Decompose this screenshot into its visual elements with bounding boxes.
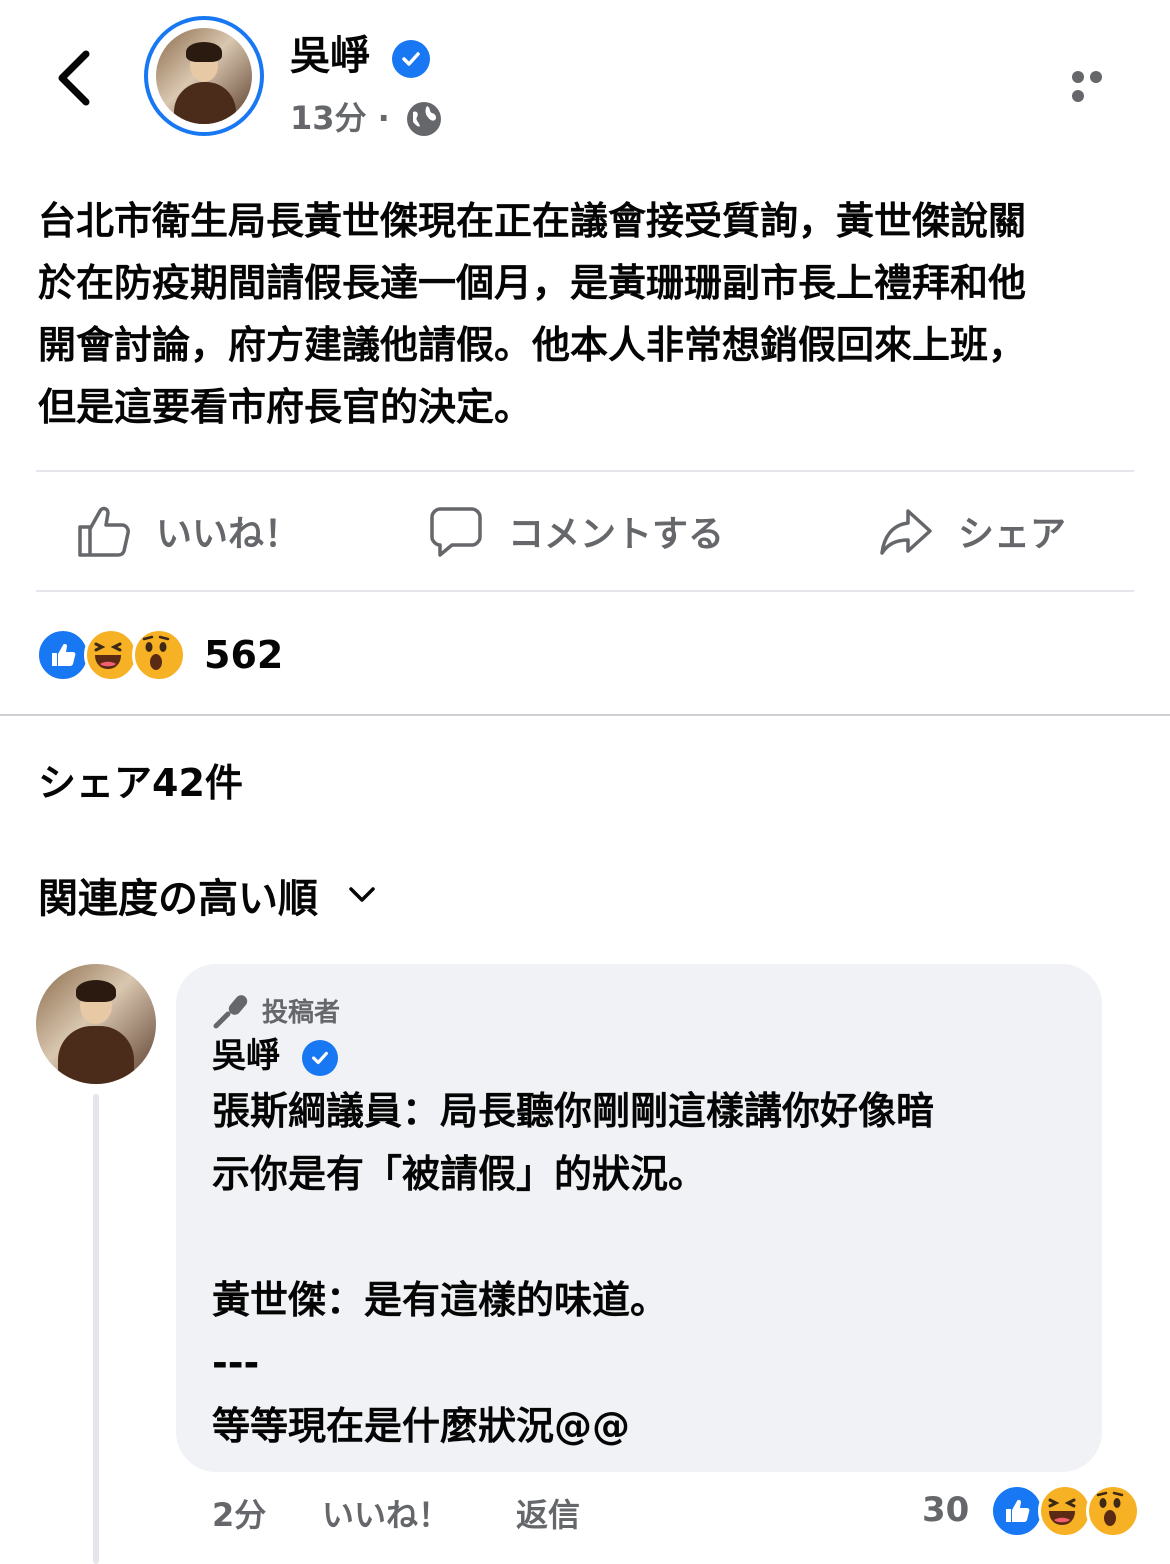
back-button[interactable] <box>52 50 96 106</box>
comment-like-button[interactable]: いいね！ <box>322 1490 450 1536</box>
more-options-button[interactable] <box>1072 68 1124 102</box>
comment-reply-button[interactable]: 返信 <box>516 1490 580 1536</box>
like-reaction-icon <box>36 628 90 682</box>
comment-label: コメントする <box>508 514 725 555</box>
author-badge: 投稿者 <box>212 990 340 1030</box>
verified-badge-icon <box>392 40 430 78</box>
thumbs-up-icon <box>78 506 130 557</box>
sort-label: 関連度の高い順 <box>38 876 318 922</box>
post-timestamp[interactable]: 13分 · <box>290 96 390 140</box>
verified-badge-icon <box>302 1040 338 1076</box>
wow-reaction-icon <box>132 628 186 682</box>
comment-sort-dropdown[interactable]: 関連度の高い順 <box>38 866 376 924</box>
comment-reaction-count[interactable]: 30 <box>922 1490 969 1530</box>
dot-icon <box>1072 90 1084 102</box>
author-name[interactable]: 吳崢 <box>290 30 370 82</box>
like-reaction-icon <box>990 1484 1044 1538</box>
commenter-name[interactable]: 吳崢 <box>212 1032 280 1080</box>
chevron-down-icon <box>349 887 375 902</box>
reactions-summary[interactable]: 562 <box>36 628 283 682</box>
reaction-count: 562 <box>204 633 284 677</box>
chevron-left-icon <box>58 50 90 106</box>
thread-line <box>93 1094 99 1564</box>
wow-reaction-icon <box>1086 1484 1140 1538</box>
comment-reactions[interactable] <box>990 1484 1140 1538</box>
divider <box>36 590 1134 592</box>
haha-reaction-icon <box>1038 1484 1092 1538</box>
globe-icon <box>405 100 443 138</box>
commenter-avatar[interactable] <box>36 964 156 1084</box>
like-button[interactable]: いいね！ <box>76 472 300 590</box>
comment-icon <box>430 507 482 557</box>
dot-icon <box>1072 71 1084 83</box>
section-divider <box>0 714 1170 716</box>
avatar-image <box>156 28 252 124</box>
post-actions-bar: いいね！ コメントする シェア <box>36 472 1134 590</box>
post-text: 台北市衛生局長黃世傑現在正在議會接受質詢，黃世傑說關 於在防疫期間請假長達一個月… <box>38 199 1027 429</box>
share-button[interactable]: シェア <box>878 472 1066 590</box>
dot-icon <box>1090 71 1102 83</box>
author-badge-label: 投稿者 <box>262 997 341 1028</box>
share-count[interactable]: シェア42件 <box>38 752 243 807</box>
microphone-icon <box>213 995 248 1029</box>
share-arrow-icon <box>880 509 932 555</box>
comment-text: 張斯綱議員：局長聽你剛剛這樣講你好像暗 示你是有「被請假」的狀況。 黃世傑：是有… <box>212 1089 935 1448</box>
like-label: いいね！ <box>156 514 301 555</box>
comment-timestamp[interactable]: 2分 <box>212 1490 266 1536</box>
comment-button[interactable]: コメントする <box>428 472 724 590</box>
share-label: シェア <box>958 514 1067 555</box>
haha-reaction-icon <box>84 628 138 682</box>
author-avatar[interactable] <box>144 16 264 136</box>
